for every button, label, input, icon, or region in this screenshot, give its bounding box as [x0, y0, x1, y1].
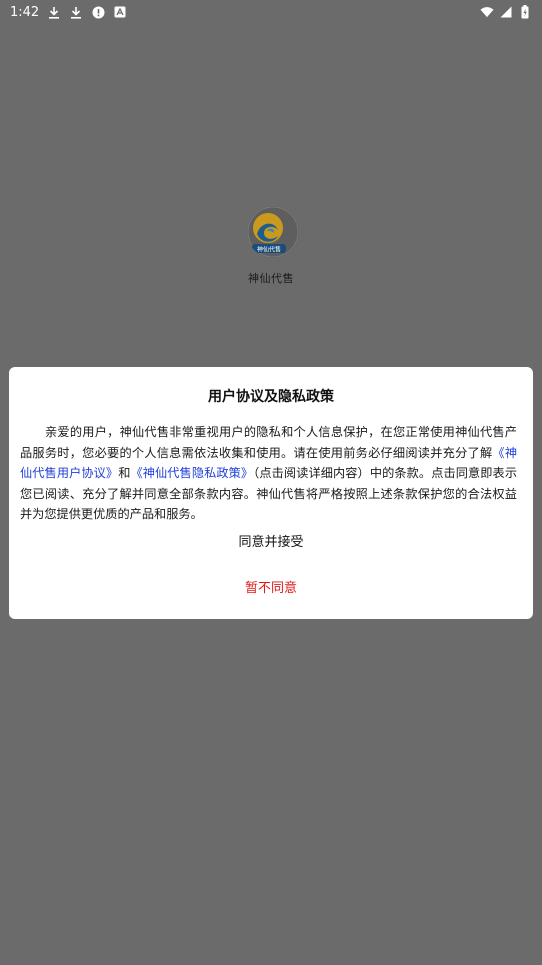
status-left: 1:42 — [10, 5, 127, 20]
decline-button[interactable]: 暂不同意 — [9, 577, 533, 601]
app-name: 神仙代售 — [248, 272, 294, 285]
alert-icon — [91, 5, 105, 19]
privacy-policy-link[interactable]: 《神仙代售隐私政策》 — [130, 466, 253, 480]
privacy-dialog: 用户协议及隐私政策 亲爱的用户，神仙代售非常重视用户的隐私和个人信息保护，在您正… — [9, 367, 533, 619]
download-icon — [69, 5, 83, 19]
wifi-icon — [480, 5, 494, 19]
dialog-title: 用户协议及隐私政策 — [208, 389, 334, 405]
dialog-body: 亲爱的用户，神仙代售非常重视用户的隐私和个人信息保护，在您正常使用神仙代售产品服… — [20, 422, 517, 525]
and-text: 和 — [118, 466, 131, 480]
status-bar: 1:42 — [0, 0, 542, 24]
signal-icon — [499, 5, 513, 19]
download-icon — [47, 5, 61, 19]
dialog-body-text: 亲爱的用户，神仙代售非常重视用户的隐私和个人信息保护，在您正常使用神仙代售产品服… — [20, 425, 517, 460]
status-right — [480, 5, 532, 19]
accept-button[interactable]: 同意并接受 — [9, 531, 533, 555]
app-logo: 神仙代售 — [247, 206, 299, 258]
battery-icon — [518, 5, 532, 19]
status-time: 1:42 — [10, 4, 40, 20]
logo-lettering: 神仙代售 — [257, 246, 281, 254]
app-notification-icon — [113, 5, 127, 19]
app-splash: 神仙代售 神仙代售 — [0, 206, 542, 286]
